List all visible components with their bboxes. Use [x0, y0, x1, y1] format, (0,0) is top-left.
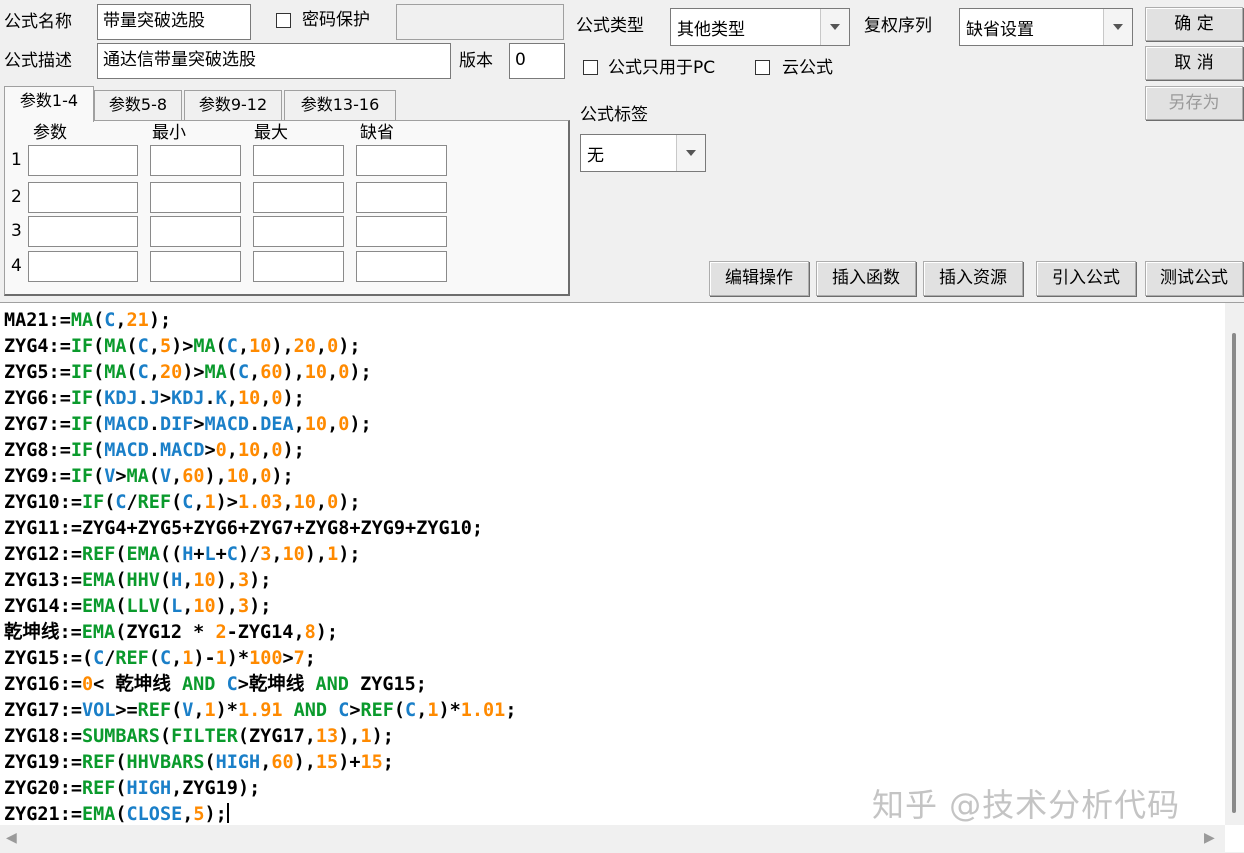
param-name-input-4[interactable]: [28, 251, 138, 282]
param-default-input-1[interactable]: [356, 145, 447, 176]
code-line: ZYG11:=ZYG4+ZYG5+ZYG6+ZYG7+ZYG8+ZYG9+ZYG…: [4, 518, 484, 539]
param-default-input-4[interactable]: [356, 251, 447, 282]
tab-params-13-16[interactable]: 参数13-16: [284, 90, 396, 120]
code-line: ZYG17:=VOL>=REF(V,1)*1.91 AND C>REF(C,1)…: [4, 700, 517, 721]
chevron-down-icon[interactable]: [1103, 9, 1132, 45]
fq-label: 复权序列: [864, 16, 932, 36]
cancel-button[interactable]: 取 消: [1145, 46, 1243, 80]
text-caret: [226, 803, 229, 823]
scroll-right-icon[interactable]: ▶: [1204, 830, 1215, 846]
param-min-input-4[interactable]: [150, 251, 241, 282]
code-line: ZYG16:=0< 乾坤线 AND C>乾坤线 AND ZYG15;: [4, 674, 427, 695]
code-line: ZYG13:=EMA(HHV(H,10),3);: [4, 570, 272, 591]
code-line: MA21:=MA(C,21);: [4, 310, 172, 331]
version-label: 版本: [459, 51, 493, 71]
tab-params-1-4[interactable]: 参数1-4: [4, 86, 94, 122]
code-line: ZYG12:=REF(EMA((H+L+C)/3,10),1);: [4, 544, 361, 565]
param-row-number: 1: [11, 150, 22, 170]
code-line: ZYG8:=IF(MACD.MACD>0,10,0);: [4, 440, 305, 461]
watermark: 知乎 @技术分析代码: [872, 786, 1181, 824]
scroll-left-icon[interactable]: ◀: [6, 830, 17, 846]
formula-type-select[interactable]: 其他类型: [670, 8, 850, 46]
code-line: ZYG4:=IF(MA(C,5)>MA(C,10),20,0);: [4, 336, 361, 357]
password-label: 密码保护: [302, 10, 370, 30]
password-input[interactable]: [396, 4, 564, 40]
formula-tag-value: 无: [587, 145, 604, 166]
param-max-input-3[interactable]: [253, 216, 344, 247]
code-line: ZYG14:=EMA(LLV(L,10),3);: [4, 596, 272, 617]
save-as-button[interactable]: 另存为: [1145, 86, 1243, 120]
code-line: ZYG5:=IF(MA(C,20)>MA(C,60),10,0);: [4, 362, 372, 383]
code-line: ZYG15:=(C/REF(C,1)-1)*100>7;: [4, 648, 316, 669]
ok-button[interactable]: 确 定: [1145, 7, 1243, 41]
pc-only-label: 公式只用于PC: [608, 58, 716, 78]
param-row-number: 3: [11, 221, 22, 241]
code-line: ZYG19:=REF(HHVBARS(HIGH,60),15)+15;: [4, 752, 394, 773]
password-checkbox[interactable]: [276, 13, 291, 28]
code-line: ZYG20:=REF(HIGH,ZYG19);: [4, 778, 261, 799]
param-max-input-4[interactable]: [253, 251, 344, 282]
code-line: ZYG6:=IF(KDJ.J>KDJ.K,10,0);: [4, 388, 305, 409]
cloud-checkbox[interactable]: [755, 60, 770, 75]
tab-params-5-8[interactable]: 参数5-8: [94, 90, 182, 120]
tab-params-9-12[interactable]: 参数9-12: [184, 90, 282, 120]
formula-tag-label: 公式标签: [580, 105, 648, 125]
param-default-input-3[interactable]: [356, 216, 447, 247]
formula-desc-input[interactable]: 通达信带量突破选股: [97, 43, 451, 79]
pc-only-checkbox[interactable]: [583, 60, 598, 75]
param-header-name: 参数: [33, 123, 67, 143]
code-line: ZYG18:=SUMBARS(FILTER(ZYG17,13),1);: [4, 726, 394, 747]
insert-resource-button[interactable]: 插入资源: [923, 261, 1023, 296]
formula-desc-label: 公式描述: [4, 51, 72, 71]
formula-name-label: 公式名称: [4, 12, 72, 32]
vertical-scrollbar[interactable]: [1225, 303, 1244, 825]
code-line: 乾坤线:=EMA(ZYG12 * 2-ZYG14,8);: [4, 622, 339, 643]
formula-type-value: 其他类型: [677, 19, 745, 40]
formula-name-input[interactable]: 带量突破选股: [97, 4, 251, 40]
insert-function-button[interactable]: 插入函数: [816, 261, 916, 296]
param-max-input-2[interactable]: [253, 182, 344, 213]
param-header-max: 最大: [254, 123, 288, 143]
param-header-default: 缺省: [360, 123, 394, 143]
param-name-input-2[interactable]: [28, 182, 138, 213]
cloud-label: 云公式: [782, 58, 833, 78]
import-formula-button[interactable]: 引入公式: [1036, 261, 1136, 296]
param-min-input-2[interactable]: [150, 182, 241, 213]
chevron-down-icon[interactable]: [676, 135, 705, 171]
edit-ops-button[interactable]: 编辑操作: [709, 261, 809, 296]
code-text[interactable]: MA21:=MA(C,21); ZYG4:=IF(MA(C,5)>MA(C,10)…: [4, 308, 516, 828]
param-min-input-3[interactable]: [150, 216, 241, 247]
version-input[interactable]: 0: [509, 43, 565, 79]
formula-type-label: 公式类型: [576, 16, 644, 36]
code-line: ZYG9:=IF(V>MA(V,60),10,0);: [4, 466, 294, 487]
chevron-down-icon[interactable]: [820, 9, 849, 45]
param-name-input-3[interactable]: [28, 216, 138, 247]
param-min-input-1[interactable]: [150, 145, 241, 176]
fq-value: 缺省设置: [966, 19, 1034, 40]
param-default-input-2[interactable]: [356, 182, 447, 213]
param-max-input-1[interactable]: [253, 145, 344, 176]
fq-select[interactable]: 缺省设置: [959, 8, 1133, 46]
formula-tag-select[interactable]: 无: [580, 134, 706, 172]
param-row-number: 4: [11, 256, 22, 276]
param-header-min: 最小: [152, 123, 186, 143]
code-line: ZYG10:=IF(C/REF(C,1)>1.03,10,0);: [4, 492, 361, 513]
scroll-thumb[interactable]: [1232, 333, 1236, 813]
param-row-number: 2: [11, 187, 22, 207]
param-name-input-1[interactable]: [28, 145, 138, 176]
code-line: ZYG7:=IF(MACD.DIF>MACD.DEA,10,0);: [4, 414, 372, 435]
test-formula-button[interactable]: 测试公式: [1145, 261, 1243, 296]
horizontal-scrollbar[interactable]: ◀ ▶: [0, 825, 1225, 853]
code-editor[interactable]: MA21:=MA(C,21); ZYG4:=IF(MA(C,5)>MA(C,10)…: [0, 302, 1244, 853]
